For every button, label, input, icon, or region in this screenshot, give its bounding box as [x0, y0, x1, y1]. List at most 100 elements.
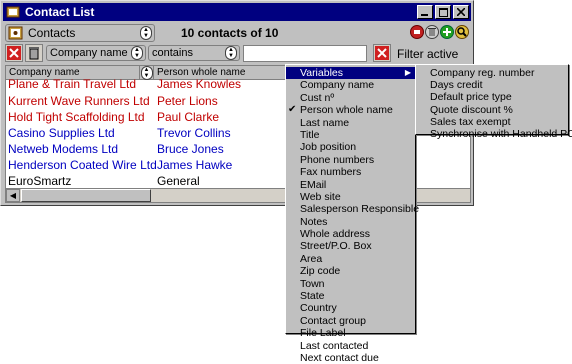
- company-cell: Henderson Coated Wire Ltd: [8, 158, 157, 172]
- menu-item-label: Job position: [300, 141, 357, 154]
- menu-item[interactable]: Web site: [286, 191, 415, 203]
- menu-item[interactable]: Street/P.O. Box: [286, 240, 415, 252]
- menu-item[interactable]: Salesperson Responsible: [286, 203, 419, 215]
- scroll-thumb[interactable]: [21, 189, 151, 202]
- submenu-item-label: Sales tax exempt: [430, 115, 511, 128]
- menu-item-label: Whole address: [300, 228, 371, 241]
- submenu-arrow-icon: ▶: [404, 68, 411, 77]
- menu-item[interactable]: Contact group: [286, 315, 415, 327]
- menu-item[interactable]: State: [286, 290, 415, 302]
- submenu-item-label: Quote discount %: [430, 103, 513, 116]
- menu-item[interactable]: EMail: [286, 179, 415, 191]
- filter-field-select[interactable]: Company name ▲ ▼: [46, 45, 146, 61]
- menu-item-label: Title: [300, 128, 320, 141]
- menu-item-label: Cust nº: [300, 91, 335, 104]
- maximize-button[interactable]: [435, 5, 451, 19]
- green-plus-icon[interactable]: [440, 25, 454, 39]
- menu-item-label: Town: [300, 277, 325, 290]
- filter-operator-select[interactable]: contains ▲ ▼: [148, 45, 240, 61]
- menu-item-label: Area: [300, 252, 323, 265]
- company-cell: Hold Tight Scaffolding Ltd: [8, 110, 145, 124]
- menu-item[interactable]: Job position: [286, 141, 415, 153]
- chevron-updown-icon: ▲ ▼: [131, 46, 143, 60]
- trash-button[interactable]: [25, 44, 43, 62]
- record-count: 10 contacts of 10: [181, 26, 279, 40]
- menu-item[interactable]: ✔ Person whole name: [286, 104, 415, 116]
- menu-item[interactable]: Title: [286, 129, 415, 141]
- menu-item[interactable]: Zip code: [286, 265, 415, 277]
- database-label: Contacts: [28, 26, 76, 40]
- menu-item[interactable]: Variables ▶: [286, 67, 415, 80]
- menu-item[interactable]: File Label: [286, 327, 415, 339]
- company-cell: Kurrent Wave Runners Ltd: [8, 94, 150, 108]
- menu-item[interactable]: Area: [286, 253, 415, 265]
- remove-filter-button[interactable]: [373, 44, 391, 62]
- person-cell: Bruce Jones: [157, 142, 224, 156]
- chevron-updown-icon: ▲ ▼: [225, 46, 237, 60]
- person-cell: Peter Lions: [157, 94, 218, 108]
- menu-item-label: State: [300, 290, 325, 303]
- red-x-icon: [375, 46, 389, 60]
- close-button[interactable]: [453, 5, 469, 19]
- submenu-item-label: Company reg. number: [430, 67, 535, 79]
- scroll-left-arrow-icon[interactable]: ◀: [6, 189, 20, 202]
- submenu-item[interactable]: Sales tax exempt: [416, 116, 568, 128]
- title-bar[interactable]: Contact List: [3, 3, 471, 21]
- menu-item-label: Country: [300, 302, 337, 315]
- menu-item-label: Person whole name: [300, 104, 393, 117]
- submenu-item-label: Default price type: [430, 91, 512, 104]
- menu-item[interactable]: Notes: [286, 216, 415, 228]
- menu-item[interactable]: Next contact due: [286, 352, 415, 364]
- person-cell: James Hawke: [157, 158, 233, 172]
- submenu-item-label: Days credit: [430, 79, 483, 92]
- window-title: Contact List: [25, 5, 95, 19]
- filter-operator-value: contains: [152, 47, 193, 59]
- menu-item-label: EMail: [300, 178, 327, 191]
- person-cell: Trevor Collins: [157, 126, 231, 140]
- company-cell: Casino Supplies Ltd: [8, 126, 115, 140]
- menu-item-label: Company name: [300, 79, 375, 92]
- menu-item-label: Zip code: [300, 265, 341, 278]
- database-selector[interactable]: Contacts ▲ ▼: [5, 24, 155, 42]
- minimize-button[interactable]: [417, 5, 433, 19]
- print-icon[interactable]: [410, 25, 424, 39]
- company-cell: Plane & Train Travel Ltd: [8, 77, 137, 91]
- menu-item-label: Fax numbers: [300, 166, 362, 179]
- column-context-menu: Variables ▶ Company name Cust nº ✔ Person who…: [285, 64, 419, 364]
- menu-item-label: Last name: [300, 116, 350, 129]
- menu-item-label: Contact group: [300, 314, 366, 327]
- submenu-item[interactable]: Synchronise with Handheld PC: [416, 128, 572, 140]
- menu-item-label: Salesperson Responsible: [300, 203, 420, 216]
- magnifier-icon[interactable]: [455, 25, 469, 39]
- menu-item-label: Variables: [300, 67, 343, 79]
- menu-item[interactable]: Town: [286, 278, 415, 290]
- person-cell: Paul Clarke: [157, 110, 220, 124]
- submenu-item[interactable]: Days credit: [416, 79, 568, 91]
- menu-item[interactable]: Company name: [286, 79, 415, 91]
- menu-item-label: Notes: [300, 215, 328, 228]
- trash-icon[interactable]: [425, 25, 439, 39]
- menu-item[interactable]: Fax numbers: [286, 166, 415, 178]
- menu-item[interactable]: Last contacted: [286, 340, 415, 352]
- submenu-item-label: Synchronise with Handheld PC: [430, 127, 572, 140]
- person-cell: General: [157, 174, 200, 188]
- filter-value-input[interactable]: [243, 45, 367, 62]
- company-cell: EuroSmartz: [8, 174, 72, 188]
- menu-item[interactable]: Phone numbers: [286, 154, 415, 166]
- menu-item[interactable]: Country: [286, 302, 415, 314]
- menu-item-label: Phone numbers: [300, 153, 375, 166]
- company-cell: Netweb Modems Ltd: [8, 142, 119, 156]
- submenu-item[interactable]: Default price type: [416, 91, 568, 103]
- menu-item[interactable]: Cust nº: [286, 92, 415, 104]
- menu-item[interactable]: Whole address: [286, 228, 415, 240]
- address-book-icon: [5, 5, 21, 19]
- submenu-item[interactable]: Company reg. number: [416, 67, 568, 79]
- clear-filter-button[interactable]: [5, 44, 23, 62]
- filter-field-value: Company name: [50, 47, 128, 59]
- chevron-updown-icon: ▲ ▼: [140, 26, 152, 40]
- menu-item-label: Street/P.O. Box: [300, 240, 372, 253]
- menu-item[interactable]: Last name: [286, 117, 415, 129]
- submenu-item[interactable]: Quote discount %: [416, 104, 568, 116]
- menu-item-label: Next contact due: [300, 351, 379, 364]
- menu-item-label: Web site: [300, 190, 341, 203]
